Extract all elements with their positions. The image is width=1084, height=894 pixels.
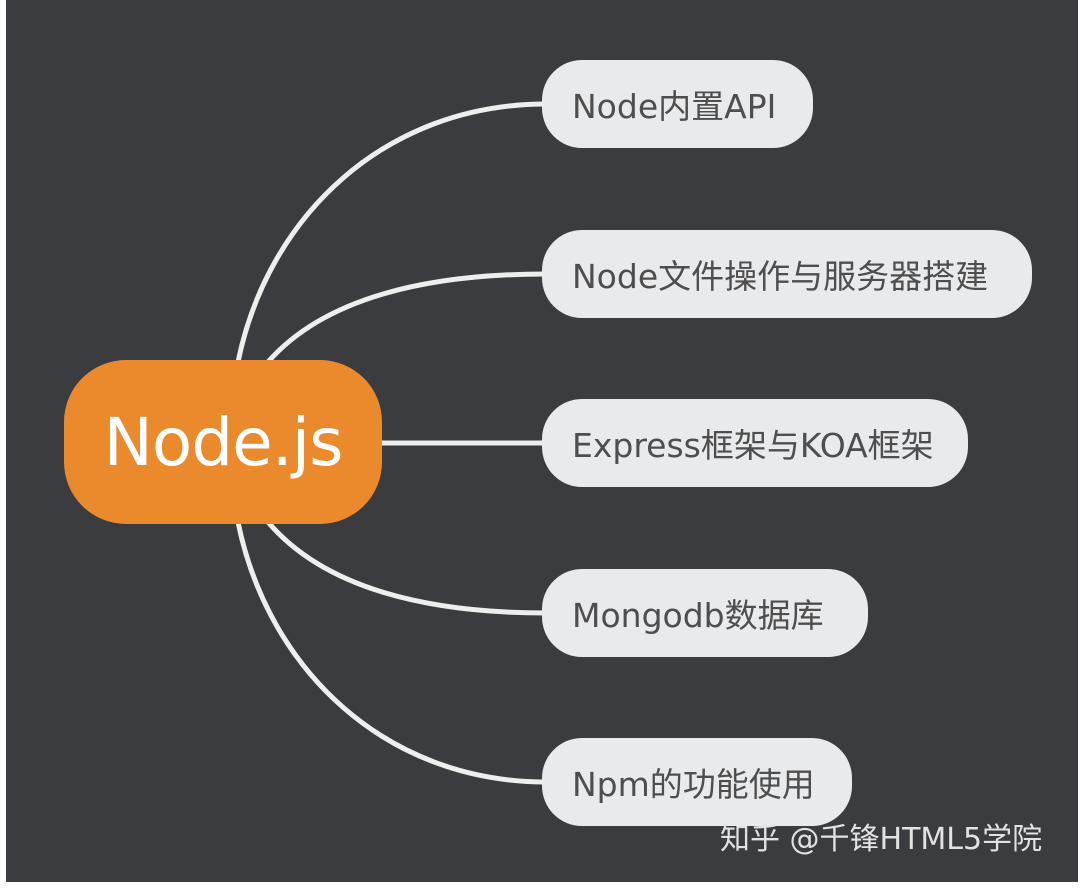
connector-branch-1: [235, 101, 549, 365]
branch-node-label: Node文件操作与服务器搭建: [572, 257, 989, 296]
watermark-text: 知乎 @千锋HTML5学院: [720, 822, 1043, 857]
connector-branch-2: [265, 271, 549, 365]
branch-node-file-and-server[interactable]: Node文件操作与服务器搭建: [542, 230, 1032, 318]
root-node-label: Node.js: [103, 403, 344, 481]
branch-node-builtin-api[interactable]: Node内置API: [542, 60, 813, 148]
branch-node-label: Node内置API: [572, 87, 777, 126]
connector-branch-5: [235, 519, 549, 785]
branch-node-mongodb[interactable]: Mongodb数据库: [542, 569, 868, 657]
branch-node-express-koa[interactable]: Express框架与KOA框架: [542, 399, 968, 487]
branch-node-npm[interactable]: Npm的功能使用: [542, 738, 852, 826]
branch-node-label: Express框架与KOA框架: [572, 426, 934, 465]
root-node[interactable]: Node.js: [64, 360, 382, 524]
mindmap-canvas: Node.js Node内置API Node文件操作与服务器搭建 Express…: [6, 0, 1078, 882]
branch-node-label: Npm的功能使用: [572, 765, 815, 804]
branch-node-label: Mongodb数据库: [572, 596, 824, 635]
connector-branch-4: [265, 519, 549, 616]
